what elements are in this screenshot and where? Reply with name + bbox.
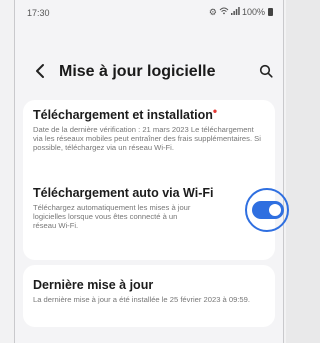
search-icon[interactable]	[255, 60, 277, 82]
item-description: La dernière mise à jour a été installée …	[33, 295, 250, 304]
app-header: Mise à jour logicielle	[15, 54, 283, 88]
device-frame: 17:30 ⚙ 100% Mise à jour logicielle Télé…	[0, 0, 289, 343]
settings-card: Dernière mise à jour La dernière mise à …	[23, 265, 275, 327]
settings-card: Téléchargement et installation• Date de …	[23, 100, 289, 260]
screen: 17:30 ⚙ 100% Mise à jour logicielle Télé…	[15, 0, 289, 343]
item-title: Téléchargement auto via Wi-Fi	[33, 186, 214, 200]
notification-dot-icon: •	[212, 104, 218, 118]
list-item-last-update[interactable]: Dernière mise à jour La dernière mise à …	[33, 278, 267, 304]
status-time: 17:30	[27, 8, 50, 18]
battery-text: 100%	[241, 7, 265, 17]
page-title: Mise à jour logicielle	[59, 63, 216, 80]
item-title-text: Téléchargement et installation	[33, 108, 213, 122]
list-item-auto-download[interactable]: Téléchargement auto via Wi-Fi Télécharge…	[33, 186, 214, 230]
status-icons: ⚙ 100%	[209, 7, 273, 17]
signal-icon	[230, 7, 240, 17]
battery-icon	[268, 8, 273, 16]
chevron-left-icon[interactable]	[29, 60, 51, 82]
item-description: Téléchargez automatiquement les mises à …	[33, 203, 191, 230]
item-title: Dernière mise à jour	[33, 278, 154, 292]
status-bar: 17:30 ⚙ 100%	[15, 0, 283, 28]
item-description: Date de la dernière vérification : 21 ma…	[33, 125, 261, 152]
auto-download-toggle[interactable]	[252, 201, 284, 219]
device-edge-right	[283, 0, 284, 343]
wifi-icon	[219, 7, 229, 17]
item-title: Téléchargement et installation•	[33, 105, 265, 122]
sync-icon: ⚙	[208, 7, 217, 17]
list-item-download-install[interactable]: Téléchargement et installation• Date de …	[33, 105, 265, 152]
toggle-knob	[269, 204, 281, 216]
